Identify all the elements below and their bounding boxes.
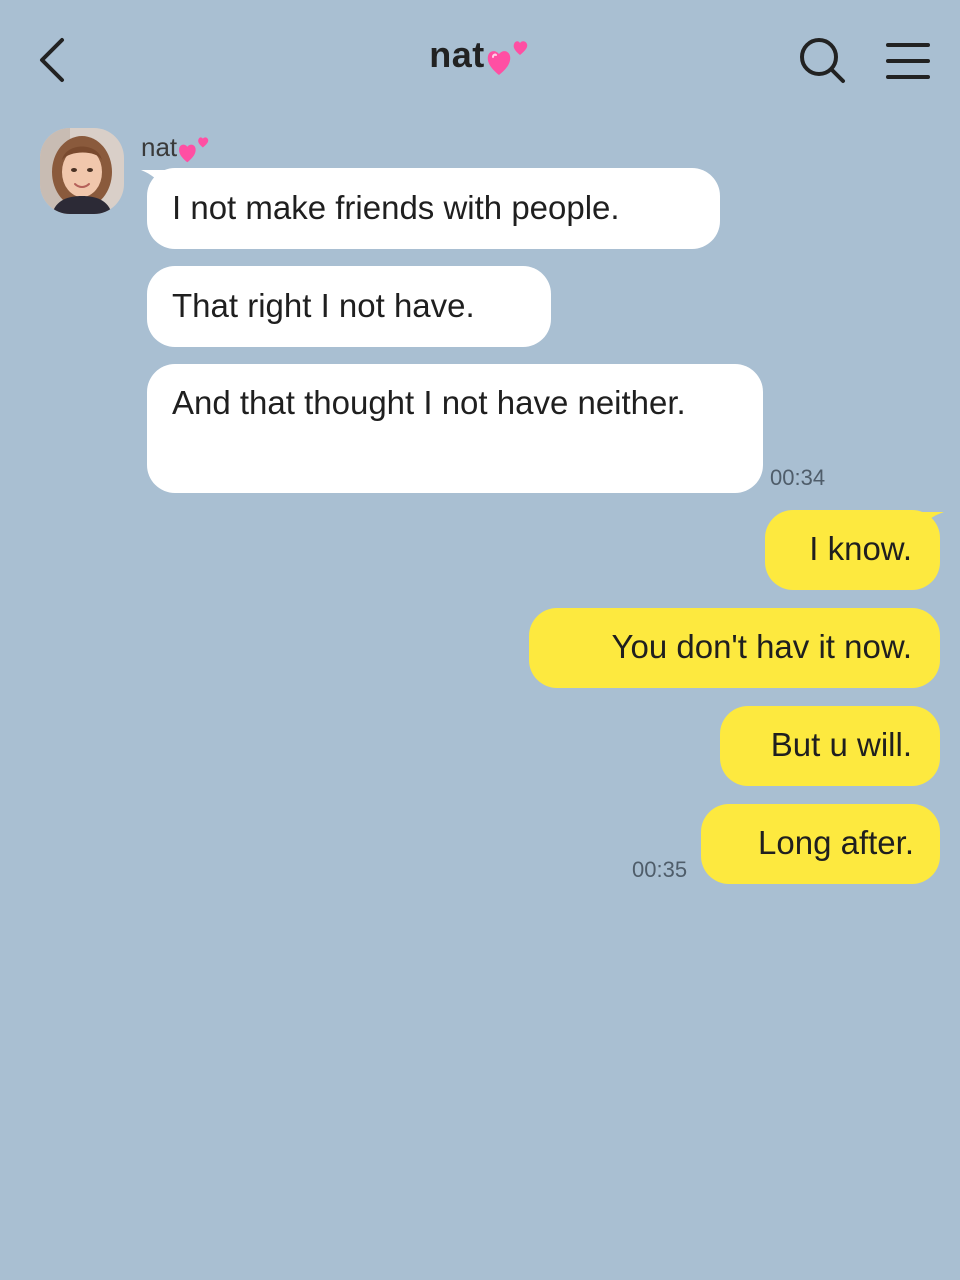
message-bubble-outgoing[interactable]: Long after.: [701, 804, 940, 884]
message-bubble-incoming[interactable]: And that thought I not have neither.: [147, 364, 763, 493]
two-hearts-icon: [179, 137, 209, 163]
hamburger-menu-icon: [886, 43, 930, 79]
sender-name: nat: [141, 132, 211, 166]
contact-avatar[interactable]: [40, 128, 124, 214]
menu-button[interactable]: [882, 36, 934, 86]
message-bubble-outgoing[interactable]: But u will.: [720, 706, 940, 786]
search-button[interactable]: [796, 34, 850, 88]
message-timestamp: 00:34: [770, 465, 826, 490]
message-bubble-outgoing[interactable]: You don't hav it now.: [529, 608, 940, 688]
message-bubble-incoming[interactable]: I not make friends with people.: [147, 168, 720, 249]
two-hearts-icon: [487, 41, 527, 76]
message-bubble-incoming[interactable]: That right I not have.: [147, 266, 551, 347]
message-bubble-outgoing[interactable]: I know.: [765, 510, 940, 590]
avatar-image: [40, 128, 124, 214]
message-timestamp: 00:35: [632, 857, 688, 882]
chat-title-text: nat: [429, 34, 485, 75]
chat-header: nat: [0, 0, 960, 120]
sender-name-text: nat: [141, 132, 178, 162]
search-icon: [800, 38, 845, 83]
